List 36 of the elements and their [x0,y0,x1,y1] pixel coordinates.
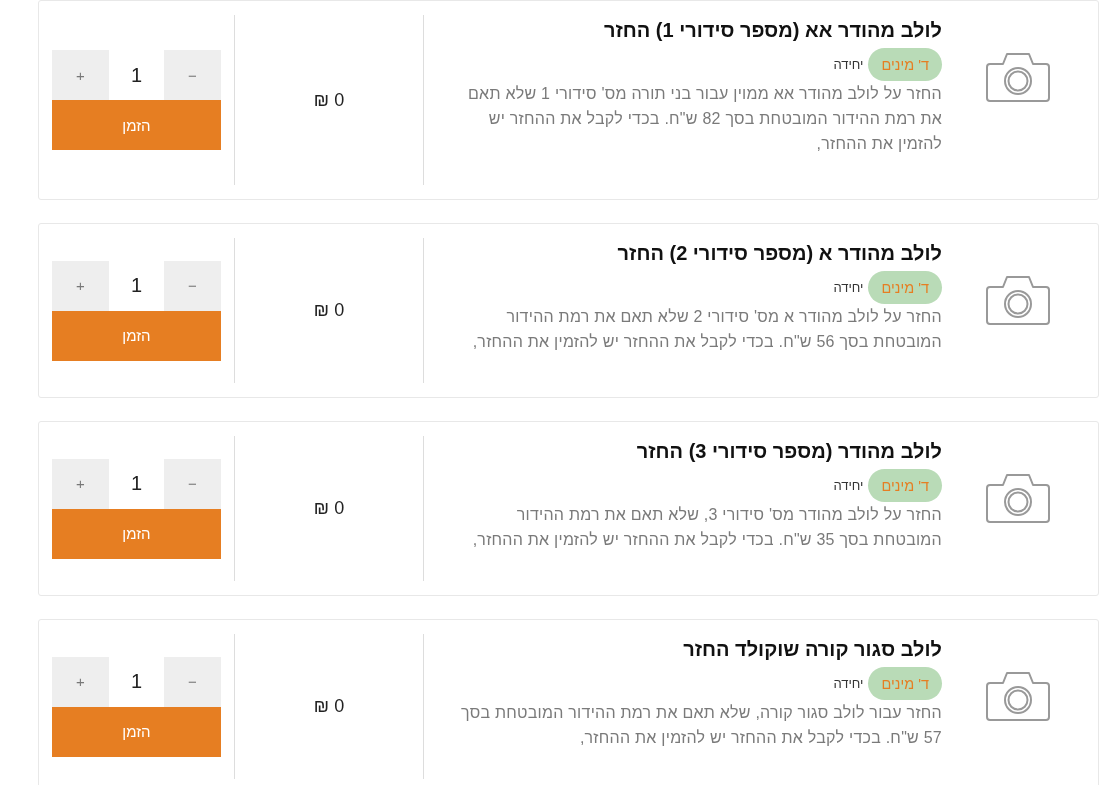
product-title: לולב מהודר א (מספר סידורי 2) החזר [617,241,942,266]
category-tag: ד' מינים [868,48,942,81]
increment-button[interactable]: + [52,50,109,100]
unit-label: יחידה [833,676,864,691]
decrement-button[interactable]: − [164,458,221,509]
unit-label: יחידה [833,280,864,295]
decrement-button[interactable]: − [164,260,221,311]
order-button[interactable]: הזמן [52,100,221,150]
product-description: החזר עבור לולב סגור קורה, שלא תאם את רמת ההידור המובטחת בסך 57 ש"ח. בכדי לקבל את ההחזר יש להזמין את ההחזר, [460,703,942,748]
camera-icon [986,52,1050,102]
category-tag: ד' מינים [868,469,942,502]
product-title: לולב מהודר (מספר סידורי 3) החזר [636,439,942,464]
product-title: לולב מהודר אא (מספר סידורי 1) החזר [603,18,942,43]
order-button[interactable]: הזמן [52,508,221,559]
price-text: 0 ₪ [313,300,345,321]
category-tag: ד' מינים [868,271,942,304]
increment-button[interactable]: + [52,656,109,707]
decrement-button[interactable]: − [164,656,221,707]
category-tag: ד' מינים [868,667,942,700]
product-description: החזר על לולב מהודר א מס' סידורי 2 שלא תאם את רמת ההידור המובטחת בסך 56 ש"ח. בכדי לקבל את ההחזר יש להזמין את ההחזר, [471,307,942,352]
unit-label: יחידה [833,478,864,493]
order-button[interactable]: הזמן [52,310,221,361]
camera-icon [986,473,1050,523]
price-text: 0 ₪ [313,498,345,519]
price-text: 0 ₪ [313,696,345,717]
product-description: החזר על לולב מהודר מס' סידורי 3, שלא תאם את רמת ההידור המובטחת בסך 35 ש"ח. בכדי לקבל את ההחזר יש להזמין את ההחזר, [471,505,942,550]
camera-icon [986,275,1050,325]
increment-button[interactable]: + [52,260,109,311]
product-description: החזר על לולב מהודר אא ממוין עבור בני תורה מס' סידורי 1 שלא תאם את רמת ההידור המובטחת בסך 82 ש"ח. בכדי לקבל את ההחזר יש להזמין את ההחזר, [467,84,942,154]
camera-icon [986,671,1050,721]
decrement-button[interactable]: − [164,50,221,100]
order-button[interactable]: הזמן [52,706,221,757]
unit-label: יחידה [833,57,864,72]
increment-button[interactable]: + [52,458,109,509]
price-text: 0 ₪ [313,89,345,111]
product-title: לולב סגור קורה שוקולד החזר [683,637,942,662]
